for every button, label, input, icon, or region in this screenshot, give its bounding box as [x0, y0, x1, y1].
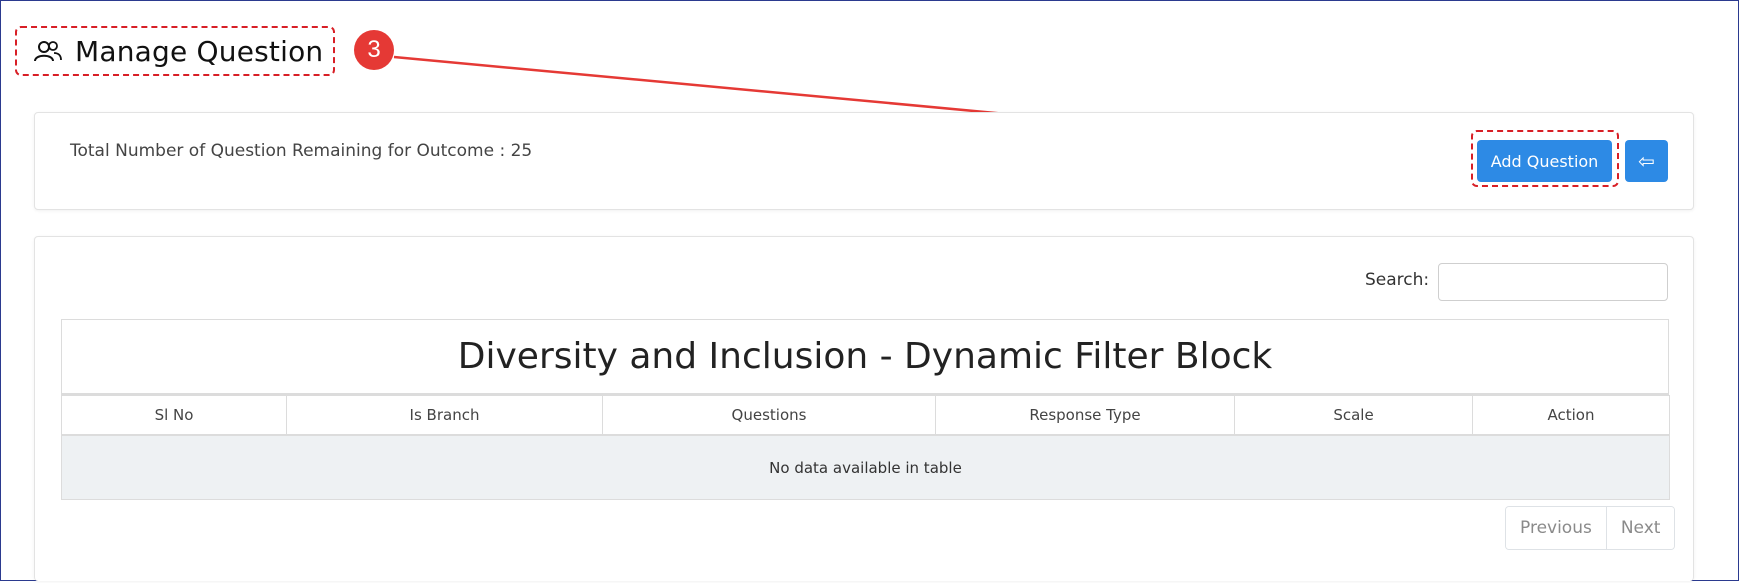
page-title: Manage Question	[75, 34, 324, 68]
pagination: Previous Next	[1505, 506, 1676, 550]
column-header-is-branch[interactable]: Is Branch	[286, 395, 603, 436]
add-question-button[interactable]: Add Question	[1477, 140, 1612, 182]
page-title-box: Manage Question	[15, 26, 335, 76]
table-caption: Diversity and Inclusion - Dynamic Filter…	[61, 319, 1669, 395]
previous-page-button[interactable]: Previous	[1506, 507, 1606, 549]
column-header-scale[interactable]: Scale	[1234, 395, 1473, 436]
summary-card: Total Number of Question Remaining for O…	[34, 112, 1694, 210]
column-header-questions[interactable]: Questions	[602, 395, 936, 436]
search-label: Search:	[1365, 270, 1430, 290]
empty-table-message: No data available in table	[61, 434, 1670, 500]
table-header-row: Sl No Is Branch Questions Response Type …	[61, 395, 1670, 436]
search-input[interactable]	[1438, 263, 1668, 301]
column-header-sl-no[interactable]: Sl No	[61, 395, 287, 436]
users-icon	[34, 41, 62, 62]
remaining-count-text: Total Number of Question Remaining for O…	[70, 141, 533, 161]
next-page-button[interactable]: Next	[1605, 507, 1675, 549]
column-header-action[interactable]: Action	[1472, 395, 1670, 436]
questions-table: Diversity and Inclusion - Dynamic Filter…	[61, 319, 1670, 500]
table-row: No data available in table	[61, 434, 1670, 500]
step-badge: 3	[354, 30, 394, 70]
column-header-response-type[interactable]: Response Type	[935, 395, 1235, 436]
return-arrow-icon: ⇦	[1638, 149, 1655, 173]
questions-card: Search: Diversity and Inclusion - Dynami…	[34, 236, 1694, 581]
back-button[interactable]: ⇦	[1625, 140, 1668, 182]
